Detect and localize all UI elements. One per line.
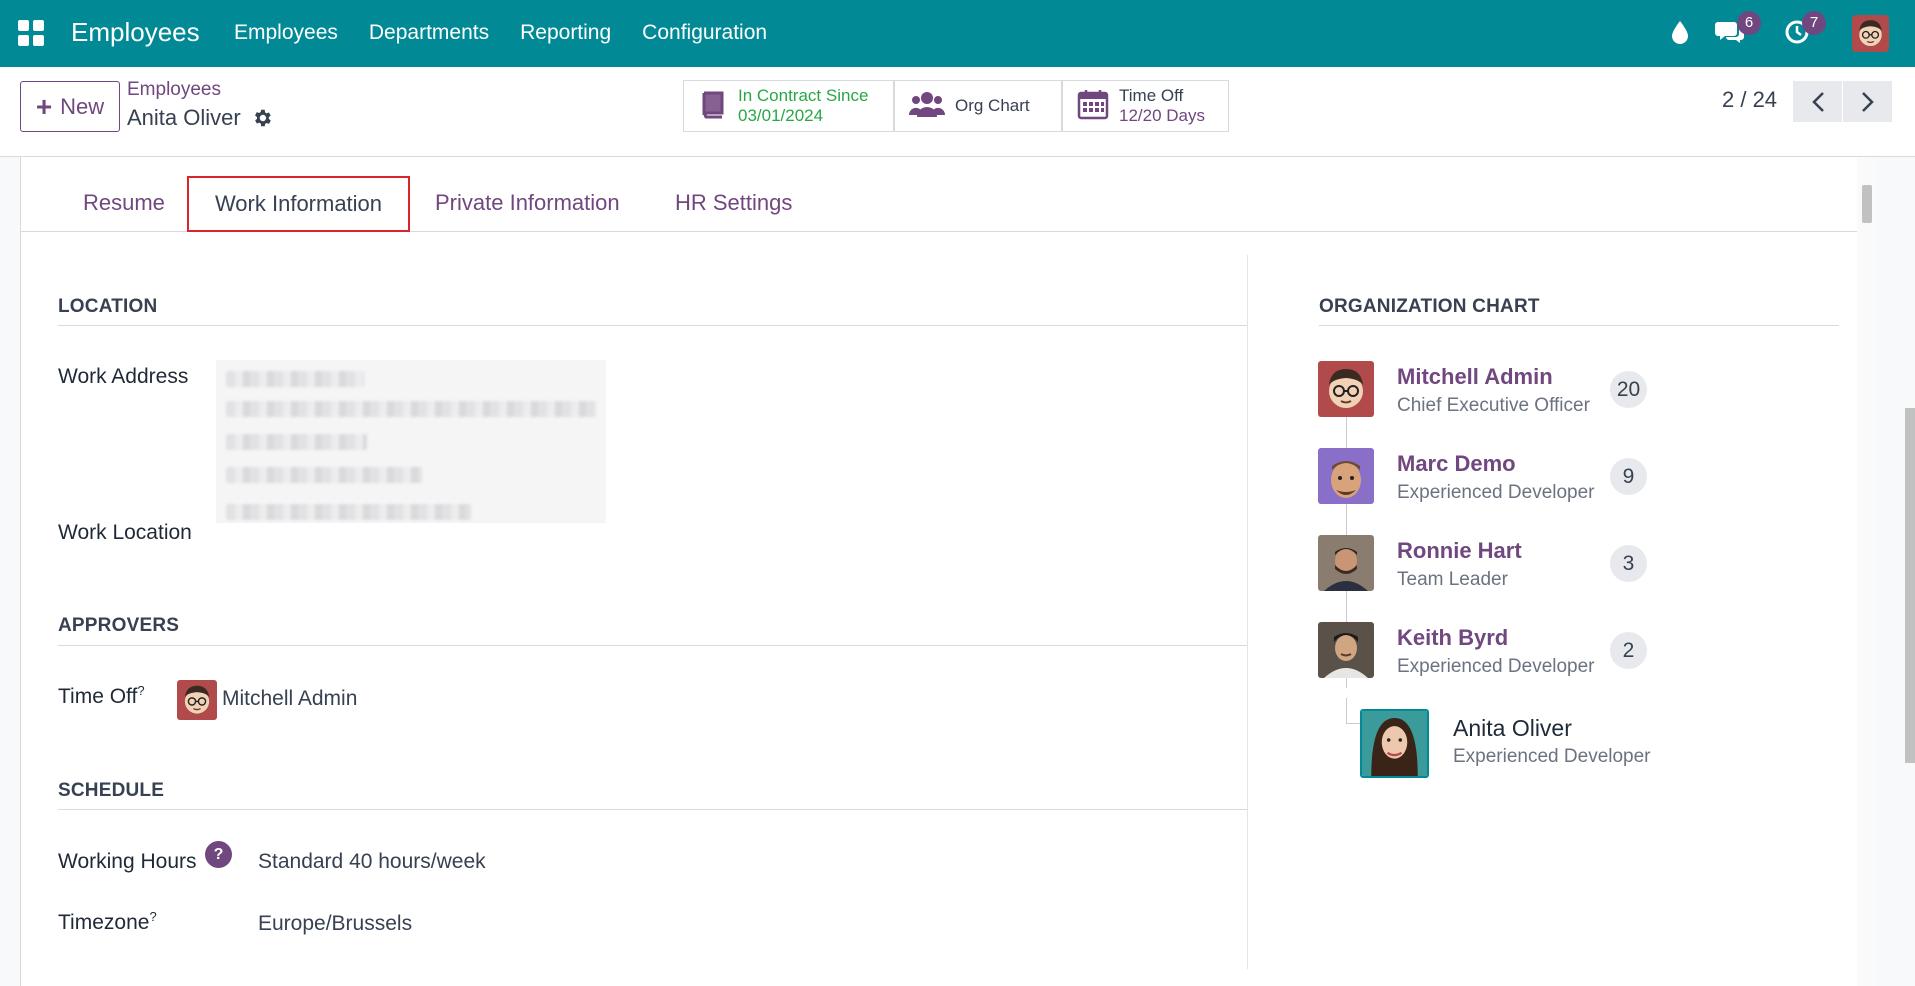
column-divider — [1247, 255, 1248, 969]
new-button-label: New — [60, 93, 105, 119]
contract-smart-button[interactable]: In Contract Since 03/01/2024 — [683, 80, 894, 132]
previous-record-button[interactable] — [1793, 81, 1842, 122]
pager-value[interactable]: 2 / 24 — [1722, 87, 1777, 113]
subordinates-count[interactable]: 20 — [1610, 371, 1647, 408]
schedule-divider — [58, 809, 1247, 810]
tab-hr-settings[interactable]: HR Settings — [675, 190, 792, 216]
time-off-label: Time Off — [1119, 86, 1184, 105]
tab-private-information[interactable]: Private Information — [435, 190, 620, 216]
manager-avatar — [1318, 361, 1374, 417]
location-section-title: LOCATION — [58, 296, 158, 317]
chevron-right-icon — [1861, 91, 1874, 112]
messages-badge: 6 — [1737, 11, 1761, 35]
menu-item-departments[interactable]: Departments — [369, 21, 489, 45]
tab-resume[interactable]: Resume — [83, 190, 165, 216]
self-job: Experienced Developer — [1453, 746, 1651, 767]
self-name: Anita Oliver — [1453, 715, 1572, 741]
activities-badge: 7 — [1802, 11, 1826, 35]
time-off-value: 12/20 Days — [1119, 106, 1205, 125]
location-divider — [58, 325, 1247, 326]
contract-date: 03/01/2024 — [738, 106, 824, 125]
org-chart-smart-button[interactable]: Org Chart — [894, 80, 1062, 132]
approver-avatar — [177, 680, 217, 720]
subordinates-count[interactable]: 3 — [1610, 545, 1647, 582]
sheet-scrollbar[interactable] — [1857, 157, 1877, 986]
manager-name[interactable]: Ronnie Hart — [1397, 538, 1522, 564]
help-tooltip-icon[interactable]: ? — [149, 909, 156, 924]
users-icon — [908, 89, 946, 124]
apps-menu-icon[interactable] — [18, 20, 44, 46]
form-sheet: Resume Work Information Private Informat… — [20, 157, 1877, 986]
manager-avatar — [1318, 448, 1374, 504]
manager-avatar — [1318, 622, 1374, 678]
tab-work-information-label: Work Information — [214, 191, 383, 216]
page-scrollbar-thumb[interactable] — [1905, 408, 1915, 763]
approvers-divider — [58, 645, 1247, 646]
menu-item-employees[interactable]: Employees — [234, 21, 338, 45]
org-chart-section-title: ORGANIZATION CHART — [1319, 296, 1540, 317]
tab-work-information[interactable]: Work Information — [187, 176, 410, 232]
work-address-label: Work Address — [58, 365, 189, 388]
top-navbar: Employees Employees Departments Reportin… — [0, 0, 1915, 67]
org-chart-divider — [1319, 325, 1839, 326]
org-chart-label: Org Chart — [955, 96, 1030, 115]
org-chart-elbow — [1346, 698, 1360, 724]
user-avatar[interactable] — [1852, 15, 1889, 52]
timezone-label: Timezone? — [58, 909, 157, 934]
breadcrumb-current: Anita Oliver — [127, 105, 241, 130]
next-record-button[interactable] — [1843, 81, 1892, 122]
manager-job: Experienced Developer — [1397, 656, 1595, 677]
droplet-icon[interactable] — [1670, 20, 1690, 49]
time-off-smart-button[interactable]: Time Off 12/20 Days — [1062, 80, 1229, 132]
sheet-scrollbar-thumb[interactable] — [1862, 185, 1872, 223]
breadcrumb-parent[interactable]: Employees — [127, 79, 221, 101]
notebook-tabs: Resume Work Information Private Informat… — [21, 157, 1876, 232]
time-off-approver-label: Time Off? — [58, 683, 145, 708]
subordinates-count[interactable]: 2 — [1610, 632, 1647, 669]
main-menu: Employees Departments Reporting Configur… — [234, 21, 798, 45]
manager-job: Team Leader — [1397, 569, 1508, 590]
working-hours-value[interactable]: Standard 40 hours/week — [258, 850, 486, 874]
manager-name[interactable]: Keith Byrd — [1397, 625, 1508, 651]
menu-item-configuration[interactable]: Configuration — [642, 21, 767, 45]
calendar-icon — [1077, 88, 1109, 125]
manager-avatar — [1318, 535, 1374, 591]
manager-name[interactable]: Mitchell Admin — [1397, 364, 1553, 390]
working-hours-label: Working Hours — [58, 850, 197, 873]
app-brand[interactable]: Employees — [71, 17, 200, 48]
help-tooltip-icon[interactable]: ? — [137, 683, 144, 698]
gear-icon[interactable] — [251, 107, 273, 129]
work-address-field[interactable] — [216, 360, 606, 523]
schedule-section-title: SCHEDULE — [58, 780, 165, 801]
manager-job: Experienced Developer — [1397, 482, 1595, 503]
time-off-approver-value[interactable]: Mitchell Admin — [222, 687, 357, 711]
chevron-left-icon — [1811, 91, 1824, 112]
working-hours-help-icon[interactable]: ? — [205, 841, 232, 868]
manager-name[interactable]: Marc Demo — [1397, 451, 1516, 477]
contract-label: In Contract Since — [738, 86, 869, 105]
menu-item-reporting[interactable]: Reporting — [520, 21, 611, 45]
plus-icon: + — [35, 90, 53, 122]
subordinates-count[interactable]: 9 — [1610, 458, 1647, 495]
control-panel: + New Employees Anita Oliver In Contract… — [0, 67, 1915, 157]
timezone-value[interactable]: Europe/Brussels — [258, 912, 412, 936]
manager-job: Chief Executive Officer — [1397, 395, 1590, 416]
new-button[interactable]: + New — [20, 81, 120, 132]
self-avatar — [1360, 709, 1429, 778]
work-location-label: Work Location — [58, 521, 192, 544]
approvers-section-title: APPROVERS — [58, 615, 180, 636]
book-icon — [698, 89, 728, 124]
